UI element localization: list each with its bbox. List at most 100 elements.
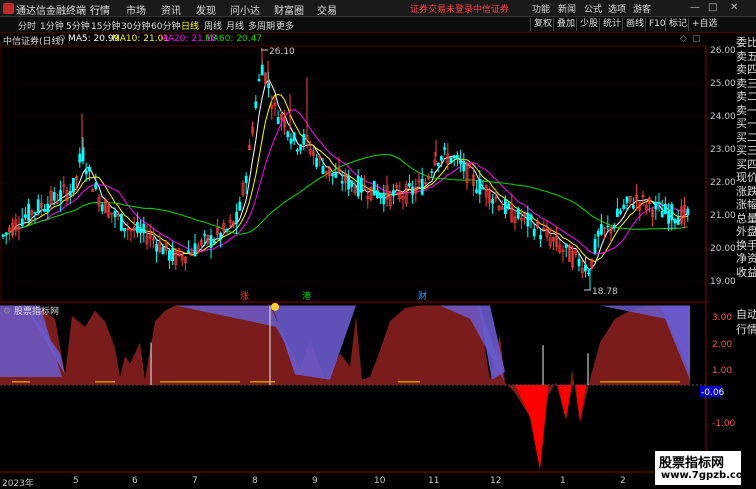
candle-body bbox=[193, 243, 197, 257]
candle-body bbox=[33, 212, 37, 214]
sidebar-item[interactable]: 净资 bbox=[736, 252, 756, 265]
candle-body bbox=[72, 178, 75, 193]
sidebar-item[interactable]: 买四 bbox=[736, 158, 756, 171]
sidebar-item[interactable]: 换手 bbox=[736, 239, 756, 252]
signal-marker bbox=[271, 302, 279, 311]
candle-body bbox=[238, 201, 242, 211]
event-zhang[interactable]: 涨 bbox=[240, 291, 249, 302]
candle-body bbox=[168, 250, 171, 261]
candle-body bbox=[356, 175, 360, 197]
candle-body bbox=[257, 79, 261, 82]
x-tick: 5 bbox=[73, 476, 79, 486]
candle-body bbox=[606, 225, 610, 228]
price-grid bbox=[0, 50, 706, 283]
candle-body bbox=[372, 180, 376, 196]
sidebar-item[interactable]: 卖四 bbox=[736, 63, 756, 76]
candle-body bbox=[20, 218, 24, 227]
sidebar-item[interactable]: 委比 bbox=[736, 36, 756, 49]
candle-body bbox=[209, 235, 213, 248]
sidebar-item[interactable]: 买一 bbox=[736, 117, 756, 130]
candle-body bbox=[660, 210, 664, 218]
candle-body bbox=[676, 217, 680, 225]
sidebar-item[interactable]: 总量 bbox=[736, 212, 756, 225]
price-tick: 19.00 bbox=[710, 277, 736, 287]
candle-body bbox=[350, 180, 354, 188]
x-tick: 11 bbox=[428, 476, 440, 486]
sidebar-item[interactable]: 行情 bbox=[736, 323, 756, 336]
sidebar-item[interactable]: 卖一 bbox=[736, 104, 756, 117]
event-gang[interactable]: 港 bbox=[302, 290, 311, 302]
indicator-tick: -1.00 bbox=[712, 419, 736, 429]
x-tick: 1 bbox=[560, 476, 566, 486]
candle-body bbox=[529, 214, 533, 221]
candle-body bbox=[289, 138, 293, 144]
indicator-settings-icon[interactable]: ⚙ bbox=[3, 307, 14, 317]
event-cai[interactable]: 财 bbox=[418, 290, 427, 302]
candle-body bbox=[155, 244, 159, 252]
candle-body bbox=[46, 203, 50, 212]
candle-body bbox=[407, 183, 411, 187]
negative-area bbox=[558, 385, 572, 420]
candle-body bbox=[244, 175, 248, 183]
candle-body bbox=[654, 202, 658, 210]
sidebar-item[interactable]: 买三 bbox=[736, 144, 756, 157]
candle-body bbox=[599, 224, 603, 235]
candle-body bbox=[615, 208, 619, 218]
price-tick: 22.00 bbox=[710, 178, 736, 188]
candle-body bbox=[123, 228, 127, 232]
candle-body bbox=[439, 156, 443, 161]
candle-body bbox=[4, 232, 8, 235]
sidebar-item[interactable]: 外盘 bbox=[736, 225, 756, 238]
candle-body bbox=[593, 238, 597, 254]
candle-body bbox=[583, 264, 587, 272]
candle-body bbox=[94, 182, 98, 190]
indicator-tick: 2.00 bbox=[712, 340, 733, 350]
chart-canvas[interactable]: 26.10 18.78 涨 港 财 -0.06 bbox=[0, 0, 756, 487]
candle-body bbox=[411, 186, 415, 195]
candle-body bbox=[219, 232, 223, 240]
sidebar-item[interactable]: 卖三 bbox=[736, 77, 756, 90]
candle-body bbox=[481, 187, 485, 190]
candle-body bbox=[315, 158, 319, 167]
candle-body bbox=[657, 202, 661, 204]
candle-body bbox=[612, 224, 616, 229]
sidebar-item[interactable]: 卖二 bbox=[736, 90, 756, 103]
candle-body bbox=[235, 212, 239, 224]
sidebar-item[interactable]: 买二 bbox=[736, 131, 756, 144]
watermark: 股票指标网 www.7gpzb.com bbox=[655, 451, 753, 485]
sidebar-item[interactable]: 自动 bbox=[736, 308, 756, 321]
candle-body bbox=[161, 246, 165, 255]
price-tick: 20.00 bbox=[710, 244, 736, 254]
sidebar-item[interactable]: 收益 bbox=[736, 266, 756, 279]
candle-body bbox=[564, 243, 568, 248]
candle-body bbox=[1, 234, 5, 237]
candle-body bbox=[503, 199, 507, 215]
candle-body bbox=[203, 234, 207, 236]
ma60-line bbox=[2, 154, 688, 237]
candle-body bbox=[139, 228, 143, 234]
sidebar-item[interactable]: 涨幅 bbox=[736, 198, 756, 211]
candle-body bbox=[36, 199, 40, 214]
price-tick: 26.00 bbox=[710, 46, 736, 56]
candle-body bbox=[276, 117, 280, 124]
indicator-tick: 3.00 bbox=[712, 313, 733, 323]
candle-body bbox=[299, 144, 303, 150]
sidebar-item[interactable]: 涨跌 bbox=[736, 185, 756, 198]
candle-body bbox=[334, 171, 338, 178]
candle-body bbox=[171, 248, 175, 262]
sidebar-item[interactable]: 现价 bbox=[736, 171, 756, 184]
sidebar-item[interactable]: 卖五 bbox=[736, 50, 756, 63]
x-tick: 8 bbox=[252, 476, 258, 486]
candle-body bbox=[225, 228, 229, 231]
candle-body bbox=[23, 214, 27, 218]
candle-body bbox=[292, 132, 296, 142]
candle-body bbox=[295, 149, 299, 152]
candle-body bbox=[587, 272, 591, 275]
x-tick: 6 bbox=[132, 476, 138, 486]
candle-body bbox=[478, 179, 482, 195]
candle-body bbox=[382, 192, 386, 205]
candle-body bbox=[420, 178, 424, 195]
candle-body bbox=[84, 170, 88, 175]
candle-body bbox=[187, 250, 191, 253]
candle-body bbox=[449, 157, 453, 163]
